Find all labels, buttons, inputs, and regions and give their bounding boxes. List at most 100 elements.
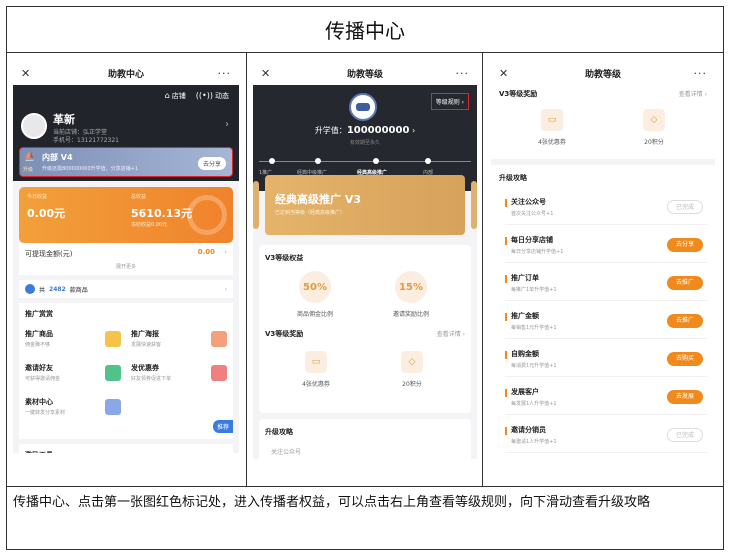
upgrade-task-list: 升级攻略 关注公众号 首次关注公众号+1 已完成 每日分享店铺 每日分享店铺升学… [491,165,715,465]
task-desc: 每销售1元升学值+1 [511,325,557,331]
task-marker [505,275,507,283]
store-link[interactable]: ⌂ 店铺 [165,91,186,101]
prev-card-edge [253,181,259,229]
chevron-right-icon[interactable]: › [225,119,229,130]
level-dot [373,158,379,164]
task-name: 发展客户 [511,388,539,396]
level-banner[interactable]: 经典高级推广 V3 已达到当等级（经典高级推广） [265,175,465,235]
diamond-icon: ◇ [643,109,665,131]
upgrade-heading: 升级攻略 [499,174,527,182]
tool-promote-goods[interactable]: 推广商品 佣金赚不够 [25,329,125,357]
close-icon[interactable]: ✕ [21,67,37,80]
total-label: 总收益 [131,194,147,200]
rewards-heading: V3等级奖励 [265,330,304,338]
coupon-icon: ▭ [541,109,563,131]
goods-icon [25,284,35,294]
task-action-button[interactable]: 去购买 [667,352,703,366]
today-value: 0.00元 [27,207,66,220]
upgrade-peek: 关注公众号 [271,449,302,456]
task-row: 自购金额 每消费1元升学值+1 去购买 [505,347,707,377]
points-reward-label: 20积分 [644,139,664,146]
tier-card-highlighted[interactable]: ⛵ 升级 内部 V4 升级还需800000000升学值，分享店铺+1 去分享 [19,147,233,177]
screenshot-cell-2: ✕ 助教等级 ··· 等级规则 › 升学值：100000000 › 有效期至永久… [247,53,483,487]
phone-screen-3: ✕ 助教等级 ··· V3等级奖励 查看详情 › ▭ 4张优惠券 ◇ 20积分 … [491,61,715,465]
avatar[interactable] [21,113,47,139]
task-action-button[interactable]: 去推广 [667,314,703,328]
task-desc: 每推广1单升学值+1 [511,287,557,293]
next-card-edge [471,181,477,229]
invite-ratio: 15% [395,271,427,303]
close-icon[interactable]: ✕ [499,67,515,80]
commission-ratio: 50% [299,271,331,303]
task-desc: 每发展1人升学值+1 [511,401,557,407]
tool-poster[interactable]: 推广海报 发展快速获客 [131,329,231,357]
level-dot [269,158,275,164]
level-rules-link[interactable]: 等级规则 › [430,93,469,110]
coupon-reward-label: 4张优惠券 [302,381,330,388]
task-marker [505,313,507,321]
tool-coupons[interactable]: 发优惠券 好友领券促进下单 [131,363,231,391]
nav-bar: ✕ 助教等级 ··· [253,61,477,85]
share-button[interactable]: 去分享 [197,157,226,170]
document-table: 传播中心 ✕ 助教中心 ··· ⌂ 店铺 ((•)) 动态 革新 当前店铺：弘正学堂 [6,6,724,550]
more-icon[interactable]: ··· [453,67,469,80]
task-desc: 每日分享店铺升学值+1 [511,249,564,255]
nav-title: 助教等级 [346,69,383,80]
task-done-button: 已完成 [667,200,703,214]
upgrade-panel: 升级攻略 关注公众号 [259,419,471,459]
upgrade-heading: 升级攻略 [265,428,293,436]
banner-title: 经典高级推广 V3 [275,193,361,206]
coin-icon [187,195,227,235]
document-caption: 传播中心、点击第一张图红色标记处，进入传播者权益，可以点击右上角查看等级规则，向… [13,495,651,510]
total-value: 5610.13元 [131,207,193,220]
today-label: 今日收益 [27,194,48,200]
recommend-badge[interactable]: 推荐 [212,420,233,433]
close-icon[interactable]: ✕ [261,67,277,80]
task-name: 邀请分销员 [511,426,546,434]
task-action-button[interactable]: 去发展 [667,390,703,404]
task-name: 每日分享店铺 [511,236,553,244]
more-icon[interactable]: ··· [691,67,707,80]
document-title: 传播中心 [7,7,723,53]
view-detail-link[interactable]: 查看详情 › [679,89,707,98]
withdraw-value: 0.00 [197,248,215,256]
points-reward-label: 20积分 [402,381,422,388]
promo-tools-panel: 推广赏赏 推广商品 佣金赚不够 推广海报 发展快速获客 邀请好友 可获得邀请佣金 [19,303,233,439]
task-desc: 每邀请1人升学值+1 [511,439,557,445]
frozen-note: 冻结收益0.00元 [131,222,168,228]
task-row: 关注公众号 首次关注公众号+1 已完成 [505,195,707,225]
user-name: 革新 [53,113,75,126]
rewards-heading: V3等级奖励 [499,90,538,98]
banner-subtitle: 已达到当等级（经典高级推广） [275,210,346,216]
task-marker [505,351,507,359]
rights-heading: V3等级权益 [265,254,304,262]
task-action-button[interactable]: 去分享 [667,238,703,252]
tool-invite-friends[interactable]: 邀请好友 可获得邀请佣金 [25,363,125,391]
task-row: 每日分享店铺 每日分享店铺升学值+1 去分享 [505,233,707,263]
screenshot-cell-3: ✕ 助教等级 ··· V3等级奖励 查看详情 › ▭ 4张优惠券 ◇ 20积分 … [483,53,723,487]
task-desc: 首次关注公众号+1 [511,211,554,217]
goods-count: 2482 [49,285,66,293]
tier-badge: 升级 [23,167,34,173]
task-name: 关注公众号 [511,198,546,206]
brand-logo [349,93,377,121]
expand-more[interactable]: 展开更多 [19,263,233,270]
level-value: 升学值：100000000 › [314,125,416,136]
coupon-reward-label: 4张优惠券 [538,139,566,146]
view-detail-link[interactable]: 查看详情 › [437,329,465,338]
invite-label: 邀请奖励比例 [392,311,429,318]
nav-title: 助教中心 [107,69,144,80]
tool-materials[interactable]: 素材中心 一键转发分享素材 [25,397,125,425]
more-icon[interactable]: ··· [215,67,231,80]
task-row: 发展客户 每发展1人升学值+1 去发展 [505,385,707,415]
withdraw-row[interactable]: 可提现金额(元) 0.00 › 展开更多 [19,243,233,275]
goods-row[interactable]: 共 2482 款商品 › [19,280,233,298]
phone-line: 手机号：13121772321 [53,137,119,144]
rights-panel: V3等级权益 50% 商品佣金比例 15% 邀请奖励比例 V3等级奖励 查看详情… [259,245,471,413]
profile-header: ⌂ 店铺 ((•)) 动态 革新 当前店铺：弘正学堂 手机号：13121772321… [13,85,239,181]
task-marker [505,199,507,207]
task-action-button[interactable]: 去推广 [667,276,703,290]
feed-link[interactable]: ((•)) 动态 [196,91,229,101]
level-dot [425,158,431,164]
task-marker [505,427,507,435]
